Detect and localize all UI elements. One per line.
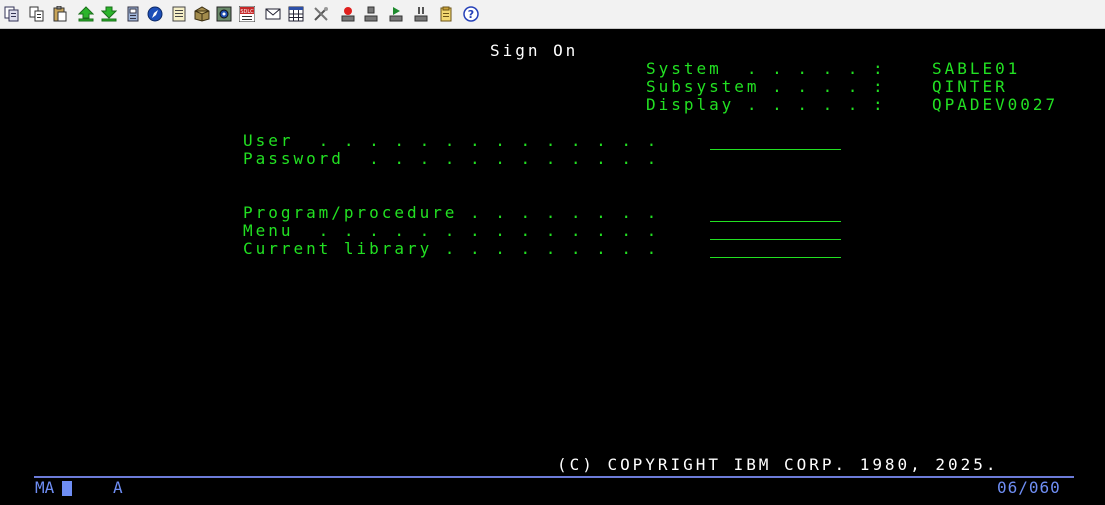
mail-icon[interactable]: [265, 6, 281, 22]
menu-label: Menu . . . . . . . . . . . . . .: [243, 221, 660, 240]
page-title: Sign On: [490, 41, 579, 60]
pause-icon[interactable]: [413, 6, 429, 22]
play-icon[interactable]: [388, 6, 404, 22]
paste-icon[interactable]: [52, 6, 68, 22]
package-icon[interactable]: [194, 6, 210, 22]
stop-icon[interactable]: [363, 6, 379, 22]
copy-icon[interactable]: [29, 6, 45, 22]
password-input[interactable]: [710, 150, 841, 168]
sdlc-icon[interactable]: SDLC: [239, 6, 255, 22]
display-label: Display . . . . . :: [646, 95, 886, 114]
copy-screen-icon[interactable]: [4, 6, 20, 22]
status-divider: [34, 476, 1074, 478]
system-label: System . . . . . :: [646, 59, 886, 78]
current-library-input[interactable]: [710, 240, 841, 258]
svg-text:SDLC: SDLC: [240, 9, 254, 15]
navigate-icon[interactable]: [147, 6, 163, 22]
svg-text:?: ?: [468, 8, 474, 21]
settings-icon[interactable]: [216, 6, 232, 22]
status-indicator: A: [113, 478, 123, 497]
notes-icon[interactable]: [171, 6, 187, 22]
menu-input[interactable]: [710, 222, 841, 240]
text-cursor: [62, 481, 72, 496]
record-icon[interactable]: [340, 6, 356, 22]
user-label: User . . . . . . . . . . . . . .: [243, 131, 660, 150]
cursor-position: 06/060: [997, 478, 1061, 497]
copyright-notice: (C) COPYRIGHT IBM CORP. 1980, 2025.: [557, 455, 999, 474]
password-label: Password . . . . . . . . . . . .: [243, 149, 660, 168]
send-file-icon[interactable]: [78, 6, 94, 22]
program-procedure-input[interactable]: [710, 204, 841, 222]
receive-file-icon[interactable]: [101, 6, 117, 22]
user-input[interactable]: [710, 132, 841, 150]
system-value: SABLE01: [932, 59, 1021, 78]
terminal-screen[interactable]: Sign On System . . . . . : SABLE01 Subsy…: [0, 29, 1105, 505]
current-library-label: Current library . . . . . . . . .: [243, 239, 660, 258]
help-icon[interactable]: ?: [463, 6, 479, 22]
macro-icon[interactable]: [125, 6, 141, 22]
tools-icon[interactable]: [313, 6, 329, 22]
subsystem-value: QINTER: [932, 77, 1008, 96]
toolbar: SDLC ?: [0, 0, 1105, 29]
display-value: QPADEV0027: [932, 95, 1059, 114]
program-procedure-label: Program/procedure . . . . . . . .: [243, 203, 660, 222]
clipboard-icon[interactable]: [438, 6, 454, 22]
subsystem-label: Subsystem . . . . :: [646, 77, 886, 96]
session-mode: MA: [35, 478, 55, 497]
grid-icon[interactable]: [288, 6, 304, 22]
